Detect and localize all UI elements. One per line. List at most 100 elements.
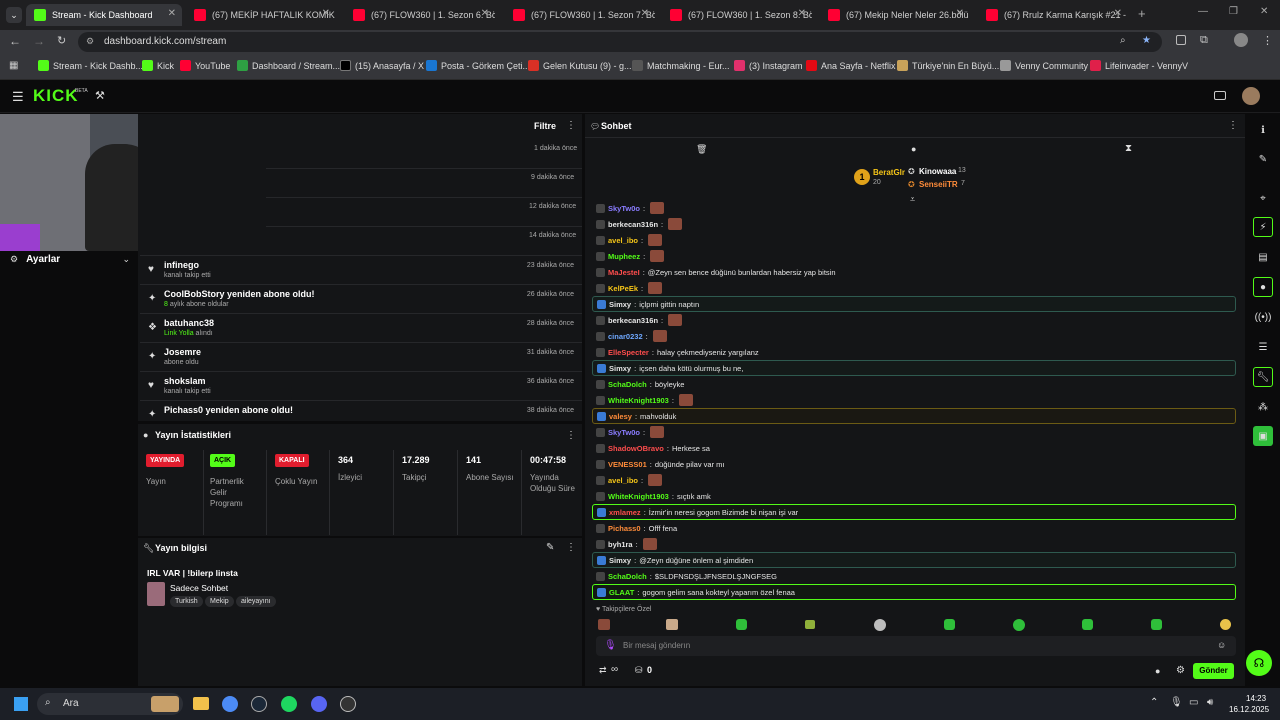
more-dots-icon[interactable]: ⋮ (566, 542, 576, 553)
bookmark-instagram[interactable]: (3) Instagram (734, 60, 803, 71)
chat-username[interactable]: xmlamez (609, 508, 641, 517)
minimize-icon[interactable]: — (1198, 6, 1208, 17)
emote-icon[interactable] (944, 619, 955, 630)
discord-icon[interactable] (311, 696, 327, 712)
chat-username[interactable]: cinar0232 (608, 332, 643, 341)
hamburger-menu-icon[interactable]: ☰ (12, 89, 24, 105)
bookmark-netflix[interactable]: Ana Sayfa - Netflix (806, 60, 896, 71)
tab-youtube-3[interactable]: (67) FLOW360 | 1. Sezon 7. Böl ✕ (505, 4, 655, 26)
chat-mode-icon[interactable]: ● (911, 144, 916, 154)
extension-icon[interactable] (1176, 35, 1186, 45)
info-icon[interactable]: ℹ (1253, 120, 1273, 140)
close-icon[interactable]: ✕ (956, 8, 964, 19)
reload-icon[interactable]: ↻ (57, 34, 66, 47)
site-info-icon[interactable]: ⚙ (86, 36, 94, 47)
clock-date[interactable]: 16.12.2025 (1229, 705, 1269, 714)
settings-menu-item[interactable]: ⚙ Ayarlar ⌄ (10, 251, 130, 267)
chrome-icon[interactable] (222, 696, 238, 712)
bookmark-youtube[interactable]: YouTube (180, 60, 230, 71)
bucket-icon[interactable]: ⛁ (635, 665, 643, 676)
close-icon[interactable]: ✕ (481, 8, 489, 19)
emote-icon[interactable] (1220, 619, 1231, 630)
chat-username[interactable]: MaJesteI (608, 268, 640, 277)
bookmark-kick[interactable]: Kick (142, 60, 174, 71)
emote-icon[interactable] (874, 619, 886, 631)
tab-youtube-1[interactable]: (67) MEKİP HAFTALIK KOMİK A ✕ (186, 4, 336, 26)
gear-icon[interactable]: ⚙ (1176, 665, 1185, 676)
chat-username[interactable]: berkecan316n (608, 220, 658, 229)
emoji-icon[interactable]: ☺ (1217, 640, 1226, 650)
emote-icon[interactable] (666, 619, 678, 630)
taskbar-search[interactable]: ⌕ Ara (37, 693, 183, 715)
tab-youtube-5[interactable]: (67) Mekip Neler Neler 26.bölü ✕ (820, 4, 970, 26)
emote-icon[interactable] (1082, 619, 1093, 630)
forward-icon[interactable]: → (33, 34, 45, 48)
tab-youtube-4[interactable]: (67) FLOW360 | 1. Sezon 8. Böl ✕ (662, 4, 812, 26)
tab-youtube-2[interactable]: (67) FLOW360 | 1. Sezon 6. Böl ✕ (345, 4, 495, 26)
shuffle-icon[interactable]: ⇄ (599, 665, 607, 676)
hourglass-icon[interactable]: ⧗ (1125, 143, 1132, 154)
emote-icon[interactable] (598, 619, 610, 630)
bookmark-star-icon[interactable]: ★ (1142, 35, 1151, 46)
hammer-icon[interactable]: ⚒ (95, 89, 105, 102)
network-icon[interactable]: ▭ (1189, 697, 1198, 708)
menu-dots-icon[interactable]: ⋮ (1262, 34, 1273, 47)
close-icon[interactable]: ✕ (168, 8, 176, 19)
chat-username[interactable]: Pichass0 (608, 524, 641, 533)
spotify-icon[interactable] (281, 696, 297, 712)
broadcast-icon[interactable]: ((•)) (1253, 307, 1273, 327)
new-tab-icon[interactable]: + (1138, 6, 1146, 21)
bookmark-outlook[interactable]: Posta - Görkem Çeti... (426, 60, 530, 71)
wrench-icon[interactable]: 🔧︎ (1253, 367, 1273, 387)
chat-username[interactable]: ElleSpecter (608, 348, 649, 357)
tab-youtube-6[interactable]: (67) Rrulz Karma Karışık #21 - ✕ (978, 4, 1128, 26)
pencil-icon[interactable]: ✎ (1253, 149, 1273, 169)
more-dots-icon[interactable]: ⋮ (1228, 120, 1238, 131)
chevron-up-icon[interactable]: ⌃ (1150, 697, 1158, 708)
close-icon[interactable]: ✕ (798, 8, 806, 19)
chat-username[interactable]: WhiteKnight1903 (608, 396, 669, 405)
tab-list-icon[interactable]: ⌄ (6, 7, 22, 23)
chat-username[interactable]: valesy (609, 412, 632, 421)
chat-username[interactable]: SkyTw0o (608, 204, 640, 213)
kick-logo[interactable]: KICK (33, 86, 79, 106)
chat-username[interactable]: ShadowOBravo (608, 444, 664, 453)
close-icon[interactable]: ✕ (322, 8, 330, 19)
close-icon[interactable]: ✕ (1114, 8, 1122, 19)
bookmark-dashboard-stream[interactable]: Dashboard / Stream... (237, 60, 340, 71)
window-close-icon[interactable]: ✕ (1260, 6, 1268, 17)
target-icon[interactable]: ⌖ (1253, 188, 1273, 208)
tab-kick-dashboard[interactable]: Stream - Kick Dashboard ✕ (26, 4, 182, 26)
emote-icon[interactable] (1013, 619, 1025, 631)
chat-username[interactable]: Simxy (609, 556, 631, 565)
chat-username[interactable]: Simxy (609, 364, 631, 373)
app-icon[interactable]: ▣ (1253, 426, 1273, 446)
lightning-icon[interactable]: ⚡︎ (1253, 217, 1273, 237)
chat-username[interactable]: avel_ibo (608, 476, 638, 485)
chat-input[interactable]: 🎙︎ Bir mesaj gönderın ☺ (596, 636, 1236, 656)
chat-settings-bubble-icon[interactable]: ● (1155, 666, 1160, 676)
emote-icon[interactable] (736, 619, 747, 630)
bookmark-turkiye[interactable]: Türkiye'nin En Büyü... (897, 60, 999, 71)
app-icon[interactable] (340, 696, 356, 712)
avatar[interactable] (1242, 87, 1260, 105)
microphone-icon[interactable]: 🎙︎ (1170, 697, 1183, 708)
chat-username[interactable]: VENESS01 (608, 460, 647, 469)
bookmark-gmail[interactable]: Gelen Kutusu (9) - g... (528, 60, 632, 71)
microphone-icon[interactable]: 🎙︎ (604, 640, 617, 651)
emote-icon[interactable] (1151, 619, 1162, 630)
chat-bubble-icon[interactable]: ● (1253, 277, 1273, 297)
steam-icon[interactable] (251, 696, 267, 712)
profile-avatar-icon[interactable] (1234, 33, 1248, 47)
list-icon[interactable]: ☰ (1253, 337, 1273, 357)
stream-category[interactable]: Sadece Sohbet (170, 583, 228, 593)
bookmark-x[interactable]: (15) Anasayfa / X (340, 60, 424, 71)
chat-username[interactable]: WhiteKnight1903 (608, 492, 669, 501)
chat-username[interactable]: berkecan316n (608, 316, 658, 325)
chat-username[interactable]: SchaDolch (608, 380, 647, 389)
bookmark-kick-dashboard[interactable]: Stream - Kick Dashb... (38, 60, 143, 71)
file-explorer-icon[interactable] (193, 697, 209, 710)
bookmark-matchmaking[interactable]: Matchmaking - Eur... (632, 60, 730, 71)
nodes-icon[interactable]: ⁂ (1253, 397, 1273, 417)
chat-username[interactable]: SkyTw0o (608, 428, 640, 437)
